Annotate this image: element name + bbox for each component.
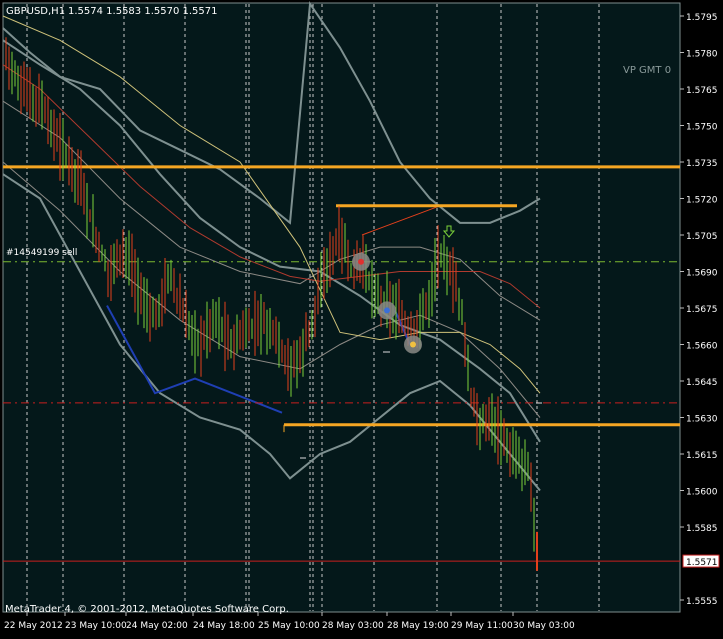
y-tick-label: 1.5555: [686, 597, 718, 607]
x-tick-label: 23 May 10:00: [65, 621, 127, 631]
copyright-text: MetaTrader 4, © 2001-2012, MetaQuotes So…: [5, 604, 289, 615]
x-tick-label: 28 May 19:00: [387, 621, 449, 631]
x-tick-label: 30 May 03:00: [513, 621, 575, 631]
price-chart[interactable]: 1.5795 1.5780 1.5765 1.5750 1.5735 1.5720 1.57…: [0, 0, 723, 635]
y-tick-label: 1.5780: [686, 50, 718, 60]
x-tick-label: 24 May 02:00: [126, 621, 188, 631]
trade-marker[interactable]: [352, 252, 370, 271]
y-tick-label: 1.5630: [686, 415, 718, 425]
y-tick-label: 1.5675: [686, 305, 718, 315]
y-tick-label: 1.5795: [686, 13, 718, 23]
y-tick-label: 1.5645: [686, 378, 718, 388]
x-tick-label: 22 May 2012: [4, 621, 63, 631]
y-tick-label: 1.5705: [686, 232, 718, 242]
chart-window: 1.5795 1.5780 1.5765 1.5750 1.5735 1.5720 1.57…: [0, 0, 723, 635]
x-tick-label: 28 May 03:00: [322, 621, 384, 631]
y-tick-label: 1.5750: [686, 123, 718, 133]
trade-marker[interactable]: [378, 301, 396, 320]
symbol-label: GBPUSD,H1: [6, 6, 65, 17]
x-tick-label: 25 May 10:00: [258, 621, 320, 631]
y-tick-label: 1.5720: [686, 196, 718, 206]
y-tick-label: 1.5735: [686, 159, 718, 169]
y-tick-label: 1.5585: [686, 524, 718, 534]
x-tick-label: 29 May 11:00: [451, 621, 513, 631]
y-tick-label: 1.5765: [686, 86, 718, 96]
ohlc-label: 1.5574 1.5583 1.5570 1.5571: [68, 6, 218, 17]
y-tick-label: 1.5615: [686, 451, 718, 461]
y-tick-label: 1.5690: [686, 269, 718, 279]
current-price-label: 1.5571: [686, 558, 718, 568]
y-tick-label: 1.5600: [686, 488, 718, 498]
order-label: #14549199 sell: [6, 248, 77, 258]
y-tick-label: 1.5660: [686, 342, 718, 352]
x-tick-label: 24 May 18:00: [193, 621, 255, 631]
trade-marker[interactable]: [404, 335, 422, 354]
watermark-text: VP GMT 0: [623, 65, 671, 76]
